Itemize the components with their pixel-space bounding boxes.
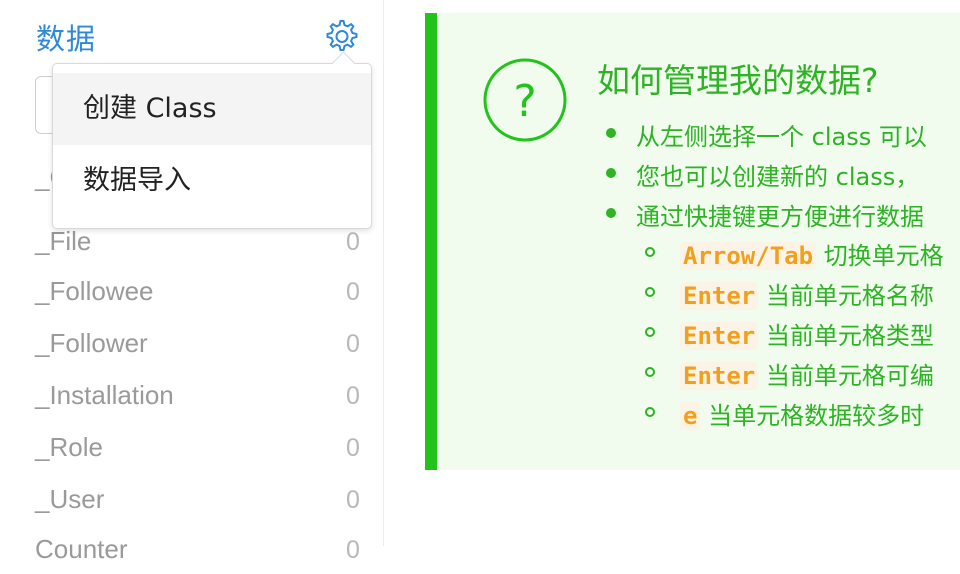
help-title: 如何管理我的数据? xyxy=(597,61,879,100)
shortcut-item: e 当单元格数据较多时 xyxy=(680,396,924,431)
shortcut-item: Arrow/Tab 切换单元格 xyxy=(680,236,944,271)
help-bullet: 从左侧选择一个 class 可以 xyxy=(636,123,927,151)
help-bullet: 您也可以创建新的 class， xyxy=(636,163,920,191)
shortcut-text: 当前单元格可编 xyxy=(765,362,934,390)
settings-dropdown-menu: 创建 Class 数据导入 xyxy=(52,51,372,229)
class-name: _Follower xyxy=(35,328,148,358)
shortcut-text: 切换单元格 xyxy=(823,242,944,270)
class-count: 0 xyxy=(346,486,360,514)
class-count: 0 xyxy=(346,228,360,256)
shortcut-key: Enter xyxy=(680,282,759,310)
shortcut-key: Enter xyxy=(680,362,759,390)
class-item[interactable]: _Followee 0 xyxy=(0,264,384,316)
bullet-dot xyxy=(606,168,616,178)
class-item[interactable]: Counter 0 xyxy=(0,522,384,574)
class-name: Counter xyxy=(35,534,128,564)
shortcut-key: e xyxy=(680,402,701,430)
class-name: _Installation xyxy=(35,380,174,410)
class-item[interactable]: _Follower 0 xyxy=(0,316,384,368)
class-name: _Role xyxy=(35,432,103,462)
menu-item-create-class[interactable]: 创建 Class xyxy=(53,73,371,145)
shortcut-item: Enter 当前单元格可编 xyxy=(680,356,934,391)
class-count: 0 xyxy=(346,330,360,358)
help-bullet: 通过快捷键更方便进行数据 xyxy=(636,203,924,231)
shortcut-item: Enter 当前单元格类型 xyxy=(680,316,934,351)
shortcut-text: 当单元格数据较多时 xyxy=(708,402,925,430)
bullet-ring xyxy=(645,247,655,257)
bullet-ring xyxy=(645,287,655,297)
class-item[interactable]: _Role 0 xyxy=(0,420,384,472)
question-circle-icon: ? xyxy=(483,58,567,142)
shortcut-key: Arrow/Tab xyxy=(680,242,817,270)
shortcut-text: 当前单元格名称 xyxy=(765,282,934,310)
bullet-dot xyxy=(606,208,616,218)
sidebar-title: 数据 xyxy=(36,22,97,56)
menu-item-import-data[interactable]: 数据导入 xyxy=(53,145,371,217)
shortcut-text: 当前单元格类型 xyxy=(765,322,934,350)
shortcut-item: Enter 当前单元格名称 xyxy=(680,276,934,311)
class-name: _Followee xyxy=(35,276,154,306)
svg-text:?: ? xyxy=(513,76,536,127)
bullet-ring xyxy=(645,367,655,377)
class-item[interactable]: _User 0 xyxy=(0,472,384,524)
bullet-dot xyxy=(606,128,616,138)
class-name: _User xyxy=(35,484,105,514)
shortcut-key: Enter xyxy=(680,322,759,350)
class-name: _File xyxy=(35,226,92,256)
class-count: 0 xyxy=(346,434,360,462)
class-count: 0 xyxy=(346,536,360,564)
bullet-ring xyxy=(645,327,655,337)
class-item[interactable]: _Installation 0 xyxy=(0,368,384,420)
bullet-ring xyxy=(645,407,655,417)
class-count: 0 xyxy=(346,278,360,306)
class-count: 0 xyxy=(346,382,360,410)
